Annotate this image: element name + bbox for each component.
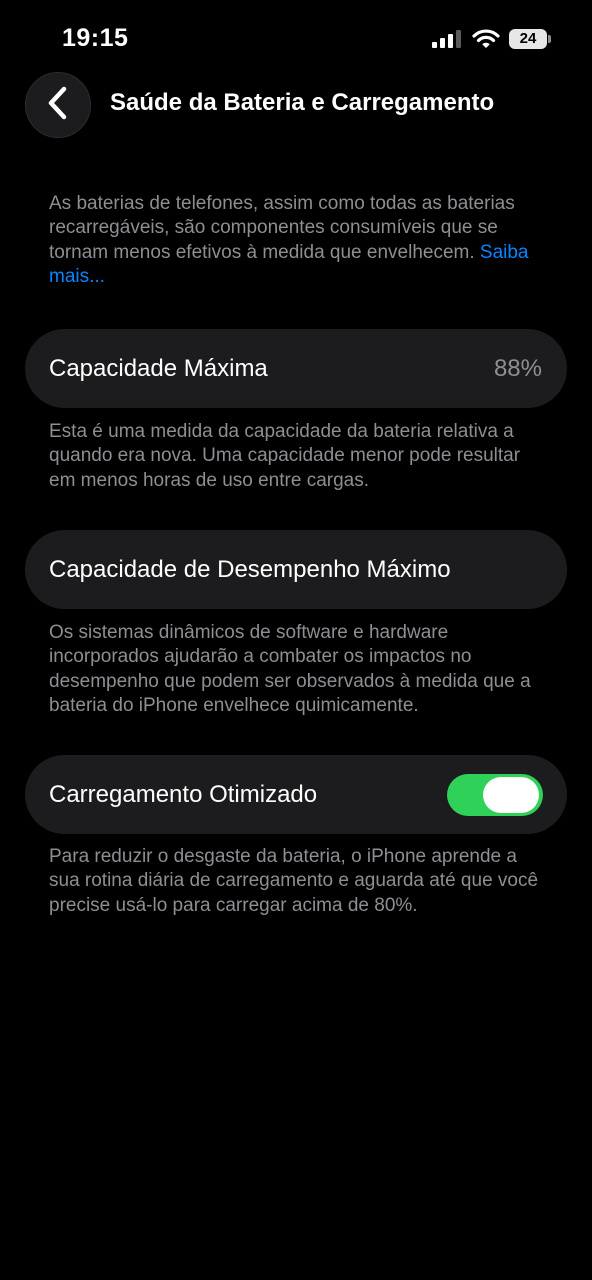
- page-title: Saúde da Bateria e Carregamento: [110, 89, 495, 116]
- status-bar: 19:15 24: [0, 0, 592, 80]
- peak-performance-label: Capacidade de Desempenho Máximo: [49, 556, 451, 583]
- chevron-left-icon: [47, 86, 69, 125]
- intro-description: As baterias de telefones, assim como tod…: [49, 192, 549, 289]
- optimized-charging-footnote: Para reduzir o desgaste da bateria, o iP…: [49, 846, 539, 916]
- optimized-charging-label: Carregamento Otimizado: [49, 781, 318, 808]
- optimized-charging-row: Carregamento Otimizado: [25, 755, 567, 834]
- max-capacity-footnote: Esta é uma medida da capacidade da bater…: [49, 421, 521, 491]
- max-capacity-value: 88%: [493, 355, 542, 382]
- max-capacity-label: Capacidade Máxima: [49, 355, 268, 382]
- cellular-signal-icon: [432, 30, 462, 53]
- battery-tip: [548, 35, 551, 43]
- wifi-icon: [472, 28, 500, 55]
- peak-performance-row: Capacidade de Desempenho Máximo: [25, 530, 567, 609]
- back-button[interactable]: [25, 72, 91, 138]
- optimized-charging-toggle[interactable]: [447, 774, 543, 816]
- max-capacity-row: Capacidade Máxima 88%: [25, 329, 567, 408]
- toggle-knob: [483, 777, 539, 813]
- intro-text: As baterias de telefones, assim como tod…: [49, 193, 515, 263]
- battery-icon: 24: [509, 29, 547, 49]
- status-time: 19:15: [62, 24, 129, 52]
- peak-performance-footnote: Os sistemas dinâmicos de software e hard…: [49, 622, 531, 716]
